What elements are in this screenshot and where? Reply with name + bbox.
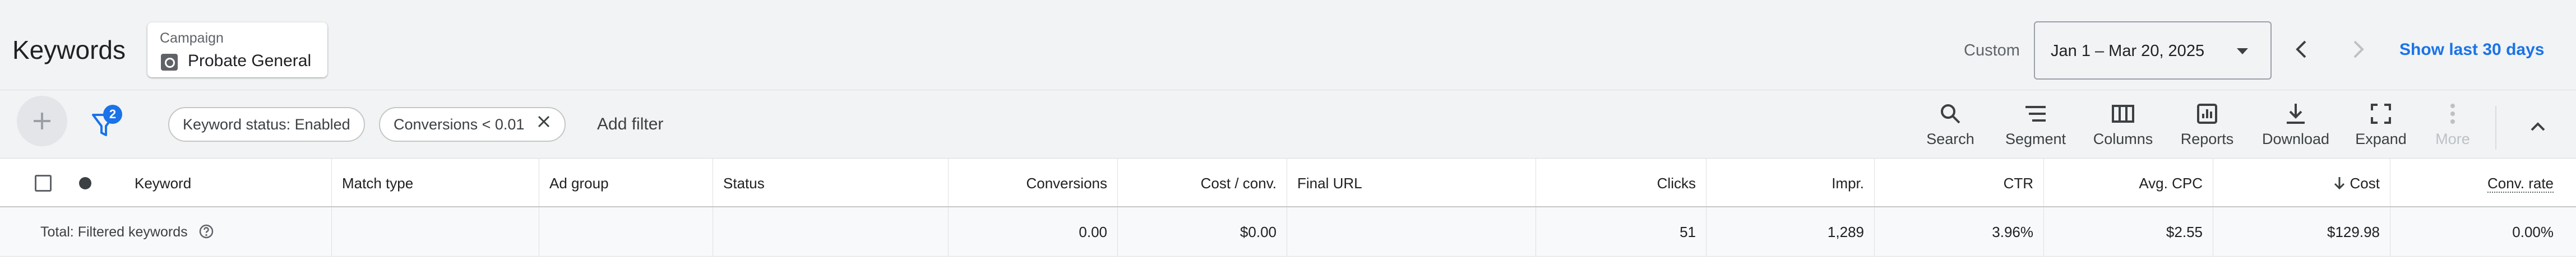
total-ctr: 3.96% (1875, 207, 2044, 256)
columns-tool-label: Columns (2093, 131, 2153, 147)
columns-icon (2112, 105, 2134, 123)
chevron-right-icon (2353, 40, 2364, 58)
col-header-ad-group[interactable]: Ad group (539, 159, 713, 206)
help-icon[interactable] (198, 224, 214, 239)
segment-icon (2025, 106, 2046, 122)
status-dot-cell (68, 159, 124, 206)
more-vert-icon (2450, 104, 2455, 124)
next-period-button[interactable] (2341, 32, 2375, 66)
total-match-type-cell (332, 207, 539, 256)
status-dot-icon (79, 177, 91, 189)
campaign-name: Probate General (188, 52, 312, 70)
col-header-clicks[interactable]: Clicks (1536, 159, 1706, 206)
col-header-conv-rate[interactable]: Conv. rate (2390, 159, 2576, 206)
columns-tool-button[interactable]: Columns (2081, 100, 2165, 156)
total-clicks: 51 (1536, 207, 1706, 256)
expand-icon (2371, 104, 2391, 124)
col-header-cost[interactable]: Cost (2213, 159, 2390, 206)
segment-tool-button[interactable]: Segment (1994, 100, 2078, 156)
search-tool-label: Search (1926, 131, 1974, 147)
select-all-cell (0, 159, 68, 206)
total-row-label: Total: Filtered keywords (40, 224, 188, 240)
col-header-cost-label: Cost (2350, 175, 2380, 192)
page-title: Keywords (12, 35, 126, 64)
plus-icon (34, 113, 50, 129)
table-total-row: Total: Filtered keywords 0.00 $0.00 51 1… (0, 207, 2576, 257)
col-header-keyword[interactable]: Keyword (124, 159, 332, 206)
download-icon (2287, 104, 2305, 124)
col-header-ctr[interactable]: CTR (1875, 159, 2044, 206)
total-cost: $129.98 (2213, 207, 2390, 256)
col-header-final-url[interactable]: Final URL (1287, 159, 1536, 206)
date-mode-label: Custom (1964, 41, 2020, 59)
filter-chip-label: Conversions < 0.01 (394, 116, 525, 133)
toolbar-divider (2495, 106, 2496, 150)
next-row-peek (0, 257, 2576, 260)
show-last-30-days-link[interactable]: Show last 30 days (2399, 40, 2544, 59)
total-avg-cpc: $2.55 (2044, 207, 2213, 256)
filter-count-badge: 2 (103, 105, 122, 124)
col-header-cost-per-conv[interactable]: Cost / conv. (1118, 159, 1287, 206)
filter-chip-keyword-status[interactable]: Keyword status: Enabled (168, 107, 365, 142)
collapse-button[interactable] (2523, 112, 2553, 142)
total-impr: 1,289 (1706, 207, 1875, 256)
select-all-checkbox[interactable] (35, 175, 52, 192)
arrow-down-icon (2334, 177, 2344, 190)
total-conversions: 0.00 (949, 207, 1118, 256)
total-final-url-cell (1287, 207, 1536, 256)
add-keyword-button[interactable] (17, 96, 67, 146)
date-range-picker[interactable]: Jan 1 – Mar 20, 2025 (2034, 21, 2272, 80)
col-header-avg-cpc[interactable]: Avg. CPC (2044, 159, 2213, 206)
chevron-up-icon (2531, 122, 2545, 131)
col-header-match-type[interactable]: Match type (332, 159, 539, 206)
search-campaign-icon (161, 54, 178, 71)
more-tool-label: More (2435, 131, 2470, 147)
add-filter-button[interactable]: Add filter (597, 115, 663, 134)
filter-chip-conversions[interactable]: Conversions < 0.01 (379, 107, 566, 142)
total-ad-group-cell (539, 207, 713, 256)
dropdown-caret-icon (2237, 48, 2248, 54)
search-icon (1941, 104, 1960, 124)
campaign-label: Campaign (160, 30, 224, 46)
page-header: Keywords Campaign Probate General Custom… (0, 0, 2576, 90)
total-conv-rate: 0.00% (2512, 224, 2554, 240)
table-header-row: Keyword Match type Ad group Status Conve… (0, 158, 2576, 207)
total-row-label-cell: Total: Filtered keywords (0, 207, 332, 256)
total-cost-per-conv: $0.00 (1118, 207, 1287, 256)
search-tool-button[interactable]: Search (1908, 100, 1992, 156)
close-icon[interactable] (537, 108, 551, 140)
date-range-value: Jan 1 – Mar 20, 2025 (2051, 42, 2205, 60)
reports-tool-button[interactable]: Reports (2165, 100, 2249, 156)
table-toolbar: 2 Keyword status: Enabled Conversions < … (0, 90, 2576, 158)
col-header-conversions[interactable]: Conversions (949, 159, 1118, 206)
filter-chip-label: Keyword status: Enabled (183, 116, 350, 133)
col-header-conv-rate-label: Conv. rate (2487, 175, 2554, 193)
reports-icon (2197, 104, 2217, 124)
col-header-status[interactable]: Status (713, 159, 949, 206)
segment-tool-label: Segment (2005, 131, 2066, 147)
previous-period-button[interactable] (2285, 32, 2319, 66)
col-header-impr[interactable]: Impr. (1706, 159, 1875, 206)
total-status-cell (713, 207, 949, 256)
reports-tool-label: Reports (2180, 131, 2234, 147)
download-tool-label: Download (2261, 131, 2330, 147)
chevron-left-icon (2296, 40, 2306, 58)
campaign-selector[interactable]: Campaign Probate General (147, 22, 327, 77)
download-tool-button[interactable]: Download (2254, 100, 2338, 156)
more-tool-button[interactable]: More (2411, 100, 2495, 156)
